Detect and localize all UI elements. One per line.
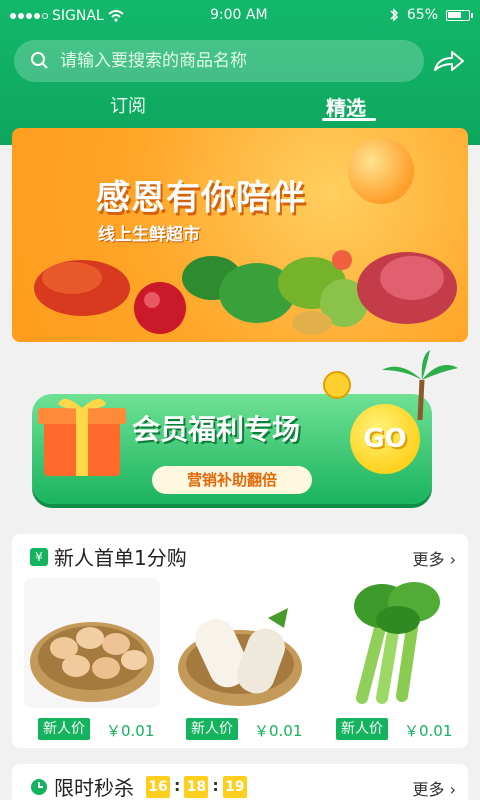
eggs-image xyxy=(24,578,160,708)
tab-bar: 订阅 精选 xyxy=(0,88,480,128)
countdown-timer: 16 : 18 : 19 xyxy=(146,775,247,798)
status-time: 9:00 AM xyxy=(210,7,268,23)
search-input[interactable] xyxy=(60,51,390,71)
product-price: ￥0.01 xyxy=(404,722,453,740)
gift-box-icon xyxy=(38,398,126,476)
product-price-tag: 新人价 xyxy=(38,718,90,740)
radish-image xyxy=(178,608,302,706)
search-bar[interactable] xyxy=(14,40,424,82)
flash-sale-title: 限时秒杀 xyxy=(54,776,134,800)
bluetooth-icon xyxy=(390,8,398,22)
product-card[interactable]: 新人价 ￥0.01 xyxy=(172,578,308,740)
search-icon xyxy=(31,52,48,69)
coin-icon xyxy=(323,371,351,399)
product-price-tag: 新人价 xyxy=(186,718,238,740)
flash-sale-more-link[interactable]: 更多 › xyxy=(413,776,457,800)
timer-hours: 16 xyxy=(146,775,170,798)
newcomer-section: ¥ 新人首单1分购 更多 › 新人价 ￥0.01 新人价 ￥0.01 新人价 ￥… xyxy=(12,534,468,748)
timer-minutes: 18 xyxy=(184,775,209,798)
wifi-icon xyxy=(108,10,124,22)
palm-tree-icon xyxy=(382,350,458,420)
celery-image xyxy=(354,582,440,704)
newcomer-icon: ¥ xyxy=(30,547,48,566)
active-tab-indicator xyxy=(322,118,376,121)
member-banner-subtitle: 营销补助翻倍 xyxy=(152,466,312,494)
member-benefits-banner[interactable]: 会员福利专场 营销补助翻倍 GO xyxy=(12,350,468,520)
carrier-label: SIGNAL xyxy=(52,8,104,24)
share-icon[interactable] xyxy=(432,48,466,74)
status-bar: SIGNAL 9:00 AM 65% xyxy=(0,0,480,32)
flash-sale-section: 限时秒杀 16 : 18 : 19 更多 › xyxy=(12,764,468,800)
tab-featured[interactable]: 精选 xyxy=(326,92,366,121)
signal-strength-icon xyxy=(10,13,48,19)
newcomer-more-link[interactable]: 更多 › xyxy=(413,546,457,570)
header: SIGNAL 9:00 AM 65% 订阅 精选 xyxy=(0,0,480,145)
member-banner-title: 会员福利专场 xyxy=(132,413,301,446)
vegetables-image xyxy=(34,250,457,335)
product-price: ￥0.01 xyxy=(254,722,303,740)
product-price-tag: 新人价 xyxy=(336,718,388,740)
product-card[interactable]: 新人价 ￥0.01 xyxy=(322,578,458,740)
newcomer-title: 新人首单1分购 xyxy=(54,546,187,570)
tab-subscribe[interactable]: 订阅 xyxy=(110,92,146,118)
promo-banner[interactable]: 感恩有你陪伴 线上生鲜超市 xyxy=(12,128,468,342)
product-price: ￥0.01 xyxy=(106,722,155,740)
clock-icon xyxy=(31,778,47,795)
battery-icon xyxy=(446,9,473,21)
battery-percent: 65% xyxy=(406,7,438,23)
product-card[interactable]: 新人价 ￥0.01 xyxy=(24,578,160,740)
timer-seconds: 19 xyxy=(222,775,247,798)
